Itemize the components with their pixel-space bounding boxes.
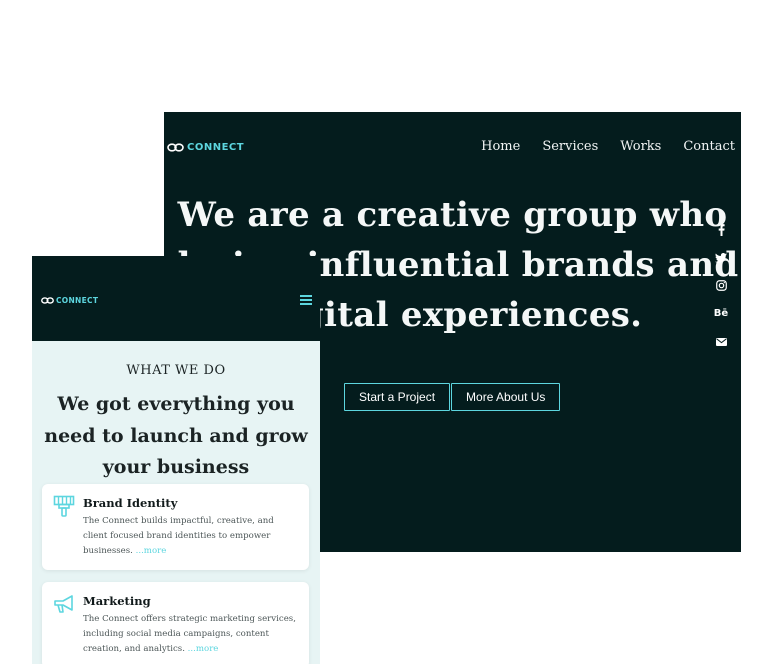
mobile-screen: CONNECT WHAT WE DO We got everything you…: [32, 256, 320, 664]
nav-works[interactable]: Works: [620, 139, 661, 154]
paint-brush-icon: [53, 495, 75, 517]
service-card: Marketing The Connect offers strategic m…: [42, 582, 309, 664]
nav-contact[interactable]: Contact: [683, 139, 735, 154]
twitter-icon[interactable]: [713, 250, 729, 265]
brand-logo[interactable]: CONNECT: [167, 142, 244, 153]
service-card: Brand Identity The Connect builds impact…: [42, 484, 309, 570]
social-links: Bē: [713, 222, 729, 349]
service-description: The Connect offers strategic marketing s…: [83, 614, 296, 654]
hamburger-menu-icon[interactable]: [300, 295, 312, 305]
instagram-icon[interactable]: [713, 278, 729, 293]
facebook-icon[interactable]: [713, 222, 729, 237]
nav-home[interactable]: Home: [481, 139, 520, 154]
start-project-button[interactable]: Start a Project: [344, 383, 451, 411]
brand-name: CONNECT: [187, 142, 245, 153]
brand-logo[interactable]: CONNECT: [41, 296, 98, 305]
service-title: Marketing: [83, 594, 151, 608]
brand-name: CONNECT: [56, 296, 99, 305]
main-nav: Home Services Works Contact: [481, 139, 735, 154]
link-icon: [167, 143, 184, 152]
more-about-us-button[interactable]: More About Us: [451, 383, 561, 411]
email-icon[interactable]: [713, 334, 729, 349]
more-link[interactable]: ...more: [136, 546, 167, 556]
service-title: Brand Identity: [83, 496, 178, 510]
nav-services[interactable]: Services: [542, 139, 598, 154]
behance-icon[interactable]: Bē: [713, 306, 729, 321]
mobile-header: CONNECT: [32, 256, 320, 341]
more-link[interactable]: ...more: [188, 644, 219, 654]
section-heading: We got everything you need to launch and…: [44, 393, 308, 478]
megaphone-icon: [54, 595, 73, 613]
link-icon: [41, 297, 54, 304]
service-description: The Connect builds impactful, creative, …: [83, 516, 274, 556]
hero-buttons: Start a Project More About Us: [344, 383, 561, 411]
hero-line: We are a creative group who: [177, 195, 728, 235]
section-kicker: WHAT WE DO: [126, 363, 226, 378]
